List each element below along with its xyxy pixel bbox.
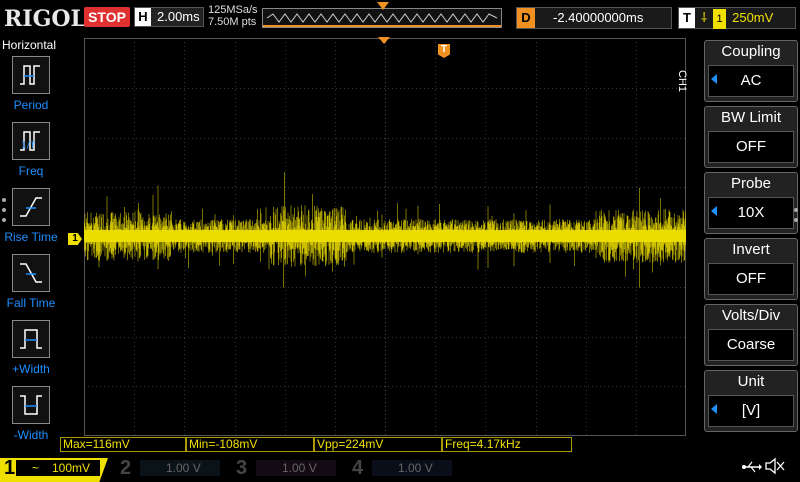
channel-status-bar: 1 ~ 100mV 2 1.00 V 3 1.00 V 4 1.00 V (0, 454, 800, 482)
measure-period-button[interactable] (12, 56, 50, 94)
period-label: Period (13, 98, 49, 112)
graticule (84, 38, 686, 436)
ch1-coupling-icon: ~ (32, 461, 40, 475)
waveform-display[interactable] (84, 38, 686, 436)
measure-freq-button[interactable]: 1/T (12, 122, 50, 160)
ch2-scale: 1.00 V (166, 461, 201, 475)
ch1-waveform-core (84, 230, 686, 242)
ch1-status[interactable]: 1 ~ 100mV (0, 456, 110, 482)
ch4-scale: 1.00 V (398, 461, 433, 475)
volts-div-value: Coarse (708, 329, 794, 361)
measure-menu: Horizontal Period 1/T Freq Rise Time Fal… (0, 36, 62, 442)
ch4-number: 4 (352, 457, 364, 479)
trigger-source: 1 (713, 9, 727, 29)
ch4-status[interactable]: 4 1.00 V (346, 456, 458, 480)
acquisition-info: 125MSa/s 7.50M pts (208, 4, 258, 28)
measure-positive-width-button[interactable] (12, 320, 50, 358)
rise-time-label: Rise Time (4, 230, 58, 244)
ch2-number: 2 (120, 457, 132, 479)
ch1-waveform-trace (84, 172, 686, 288)
measure-fall-time-button[interactable] (12, 254, 50, 292)
ch3-number: 3 (236, 457, 248, 479)
probe-value: 10X (708, 197, 794, 229)
delay-value: -2.40000000ms (553, 10, 644, 25)
menu-page-indicator-right-icon (794, 208, 798, 222)
channel-menu: Coupling AC BW Limit OFF Probe 10X Inver… (704, 40, 800, 438)
ch1-offset-marker[interactable]: 1 (68, 233, 82, 245)
unit-value: [V] (708, 395, 794, 427)
bw-limit-value: OFF (708, 131, 794, 163)
trigger-time-marker-icon (378, 37, 390, 44)
measure-vpp[interactable]: Vpp=224mV (314, 437, 442, 452)
ch1-scale: 100mV (52, 461, 91, 475)
fall-time-label: Fall Time (6, 296, 56, 310)
usb-icon (742, 461, 762, 473)
ch1-number: 1 (4, 457, 16, 479)
trigger-level: 250mV (732, 10, 774, 25)
left-arrow-icon (711, 206, 717, 216)
rising-edge-icon: ⸸ (701, 10, 708, 25)
menu-page-indicator-icon (2, 198, 6, 222)
ch3-status[interactable]: 3 1.00 V (230, 456, 342, 480)
trigger-info[interactable]: T ⸸ 1 250mV (678, 7, 796, 29)
horizontal-timebase[interactable]: H 2.00ms (134, 7, 204, 27)
unit-title: Unit (737, 373, 765, 390)
run-stop-status[interactable]: STOP (84, 7, 130, 27)
rise-time-icon (20, 197, 42, 217)
measure-freq[interactable]: Freq=4.17kHz (442, 437, 572, 452)
timebase-value: 2.00ms (157, 9, 200, 24)
measurement-bar: Max=116mV Min=-108mV Vpp=224mV Freq=4.17… (60, 437, 580, 453)
positive-width-icon (20, 329, 42, 349)
memory-depth: 7.50M pts (208, 16, 257, 28)
freq-icon: 1/T (20, 131, 40, 151)
horizontal-delay[interactable]: D -2.40000000ms (516, 7, 672, 29)
fall-time-icon (20, 263, 42, 283)
brand-logo: RIGOL (4, 6, 86, 32)
ch3-scale: 1.00 V (282, 461, 317, 475)
coupling-title: Coupling (721, 43, 781, 60)
bw-limit-title: BW Limit (721, 109, 781, 126)
measure-rise-time-button[interactable] (12, 188, 50, 226)
speaker-muted-icon[interactable] (764, 456, 786, 476)
bw-limit-menu-item[interactable]: BW Limit OFF (704, 106, 798, 168)
delay-key: D (517, 8, 535, 28)
measure-negative-width-button[interactable] (12, 386, 50, 424)
trigger-key: T (679, 8, 695, 28)
horizontal-key: H (135, 8, 151, 26)
measure-min[interactable]: Min=-108mV (186, 437, 314, 452)
probe-title: Probe (730, 175, 772, 192)
volts-div-menu-item[interactable]: Volts/Div Coarse (704, 304, 798, 366)
invert-menu-item[interactable]: Invert OFF (704, 238, 798, 300)
menu-title: Horizontal (2, 38, 57, 52)
positive-width-label: +Width (12, 362, 50, 376)
channel-tag: CH1 (676, 70, 688, 93)
period-icon (20, 65, 40, 85)
svg-text:1/T: 1/T (21, 141, 36, 151)
measure-max[interactable]: Max=116mV (60, 437, 186, 452)
ch2-status[interactable]: 2 1.00 V (114, 456, 226, 480)
coupling-value: AC (708, 65, 794, 97)
negative-width-label: -Width (13, 428, 49, 442)
unit-menu-item[interactable]: Unit [V] (704, 370, 798, 432)
trigger-position-marker-icon (377, 2, 389, 10)
negative-width-icon (20, 395, 42, 415)
probe-menu-item[interactable]: Probe 10X (704, 172, 798, 234)
top-status-bar: RIGOL STOP H 2.00ms 125MSa/s 7.50M pts D -… (0, 0, 800, 36)
coupling-menu-item[interactable]: Coupling AC (704, 40, 798, 102)
invert-title: Invert (732, 241, 770, 258)
freq-label: Freq (18, 164, 44, 178)
volts-div-title: Volts/Div (721, 307, 781, 324)
left-arrow-icon (711, 74, 717, 84)
sample-rate: 125MSa/s (208, 4, 258, 16)
left-arrow-icon (711, 404, 717, 414)
invert-value: OFF (708, 263, 794, 295)
